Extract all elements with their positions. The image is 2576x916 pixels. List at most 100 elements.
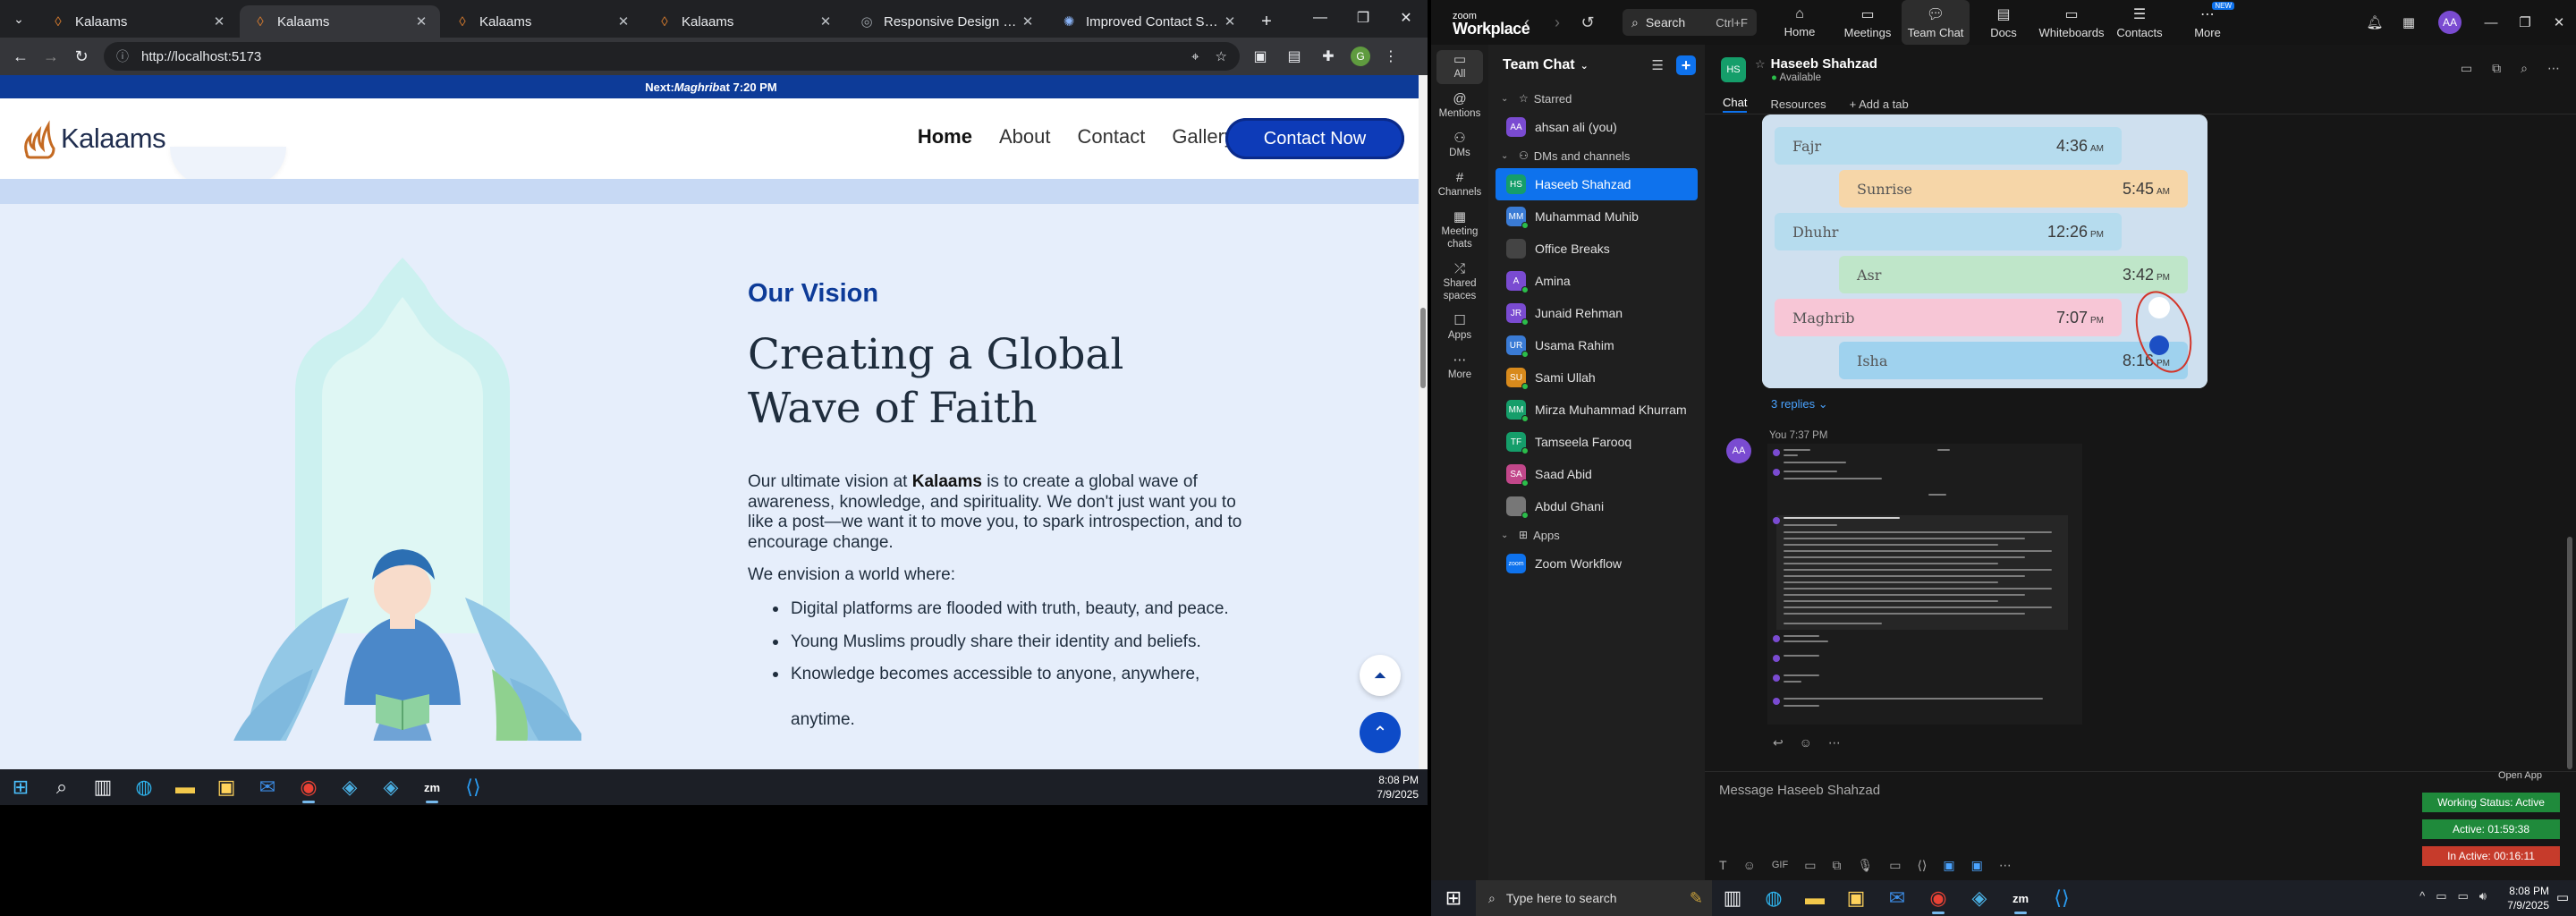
rail-shared-spaces[interactable]: ⤮ Shared spaces: [1436, 259, 1483, 306]
group-dms[interactable]: ⌄ ⚇ DMs and channels: [1488, 143, 1705, 168]
chat-list-item[interactable]: zoom Zoom Workflow: [1496, 547, 1698, 580]
chat-list-item[interactable]: MM Mirza Muhammad Khurram: [1496, 394, 1698, 426]
gif-icon[interactable]: GIF: [1772, 860, 1788, 870]
mail-icon[interactable]: ✉: [247, 769, 288, 805]
windows-start-icon[interactable]: ⊞: [0, 769, 41, 805]
tab-close-icon[interactable]: ✕: [818, 13, 834, 30]
zoom-nav-more[interactable]: NEW ⋯ More: [2174, 0, 2241, 45]
zoom-nav-contacts[interactable]: ☰ Contacts: [2106, 0, 2174, 45]
search-icon[interactable]: ⌕: [41, 769, 82, 805]
browser-tab[interactable]: ◊ Kalaams ✕: [240, 5, 440, 38]
prayer-widget-button[interactable]: ⏶: [1360, 655, 1401, 696]
chat-list-item[interactable]: MM Muhammad Muhib: [1496, 200, 1698, 233]
video-msg-icon[interactable]: ▭: [1889, 858, 1901, 873]
contact-name[interactable]: Haseeb Shahzad: [1771, 56, 1877, 72]
minimize-icon[interactable]: —: [2474, 15, 2508, 30]
edge-icon[interactable]: ◍: [1753, 880, 1794, 916]
browser-tab[interactable]: ◎ Responsive Design for Conta✕: [846, 5, 1046, 38]
file-icon[interactable]: ▭: [1804, 858, 1816, 873]
chat-list-item[interactable]: Office Breaks: [1496, 233, 1698, 265]
thread-replies-link[interactable]: 3 replies ⌄: [1771, 397, 1828, 411]
rail-mentions[interactable]: @ Mentions: [1436, 89, 1483, 123]
volume-icon[interactable]: 🔊︎: [2479, 889, 2487, 903]
bell-icon[interactable]: 🔔︎: [2358, 14, 2392, 30]
tab-close-icon[interactable]: ✕: [413, 13, 429, 30]
vscode-alt-icon[interactable]: ◈: [329, 769, 370, 805]
site-info-icon[interactable]: ⓘ: [116, 47, 129, 65]
vscode-icon[interactable]: ⟨⟩: [2041, 880, 2082, 916]
windows-start-icon[interactable]: ⊞: [1431, 880, 1476, 916]
nav-about[interactable]: About: [999, 125, 1051, 148]
chat-list-item[interactable]: UR Usama Rahim: [1496, 329, 1698, 361]
emoji-icon[interactable]: ☺: [1743, 858, 1756, 872]
notification-icon[interactable]: ▭: [2556, 889, 2569, 905]
screenshot-icon[interactable]: ⧉: [1832, 858, 1841, 873]
close-icon[interactable]: ✕: [1385, 0, 1428, 36]
bookmark-star-icon[interactable]: ☆: [1216, 48, 1227, 64]
mic-icon[interactable]: 🎙︎: [1857, 858, 1873, 873]
vscode-icon[interactable]: ⟨⟩: [453, 769, 494, 805]
task-view-icon[interactable]: ▥: [1712, 880, 1753, 916]
code-icon[interactable]: ⟨⟩: [1917, 858, 1927, 873]
zoom-nav-team-chat[interactable]: 💬︎ Team Chat: [1902, 0, 1970, 45]
rail-dms[interactable]: ⚇ DMs: [1436, 129, 1483, 163]
vscode-alt2-icon[interactable]: ◈: [370, 769, 411, 805]
tab-search-icon[interactable]: ⌄: [0, 0, 38, 38]
extension-icon[interactable]: ▣: [1247, 43, 1274, 70]
task-view-icon[interactable]: ▥: [82, 769, 123, 805]
back-icon[interactable]: ←: [7, 43, 34, 70]
filter-icon[interactable]: ☰: [1652, 57, 1664, 73]
extensions-puzzle-icon[interactable]: ✚: [1315, 43, 1342, 70]
chrome-icon[interactable]: ◉: [288, 769, 329, 805]
new-tab-button[interactable]: +: [1250, 5, 1283, 38]
rail-meeting-chats[interactable]: ▦ Meeting chats: [1436, 208, 1483, 254]
mail-icon[interactable]: ✉: [1877, 880, 1918, 916]
emoji-icon[interactable]: ☺: [1800, 735, 1812, 750]
reload-icon[interactable]: ↻: [68, 43, 95, 70]
more-options-icon[interactable]: ⋯: [2547, 61, 2560, 76]
search-icon[interactable]: ⌕: [2521, 61, 2528, 76]
address-bar[interactable]: ⓘ http://localhost:5173 ⌖ ☆: [104, 42, 1240, 71]
chrome-icon[interactable]: ◉: [1918, 880, 1959, 916]
chat-list-item[interactable]: JR Junaid Rehman: [1496, 297, 1698, 329]
chevron-down-icon[interactable]: ⌄: [1580, 60, 1589, 72]
contact-avatar[interactable]: HS: [1721, 57, 1746, 82]
user-avatar[interactable]: AA: [2438, 11, 2462, 34]
prayer-times-image[interactable]: Fajr 4:36 AM Sunrise 5:45 AM Dhuhr 12:26 PM Asr 3:…: [1762, 114, 2207, 388]
chat-list-item[interactable]: SA Saad Abid: [1496, 458, 1698, 490]
app2-icon[interactable]: ▣: [1971, 858, 1983, 873]
more-icon[interactable]: ⋯: [1999, 858, 2012, 873]
rail-more[interactable]: ⋯ More: [1436, 351, 1483, 385]
tab-close-icon[interactable]: ✕: [1222, 13, 1238, 30]
zoom-nav-home[interactable]: ⌂ Home: [1766, 0, 1834, 45]
chat-list-item[interactable]: SU Sami Ullah: [1496, 361, 1698, 394]
zoom-app-icon[interactable]: zm: [411, 769, 453, 805]
browser-tab[interactable]: ◊ Kalaams ✕: [644, 5, 844, 38]
store-icon[interactable]: ▣: [1835, 880, 1877, 916]
reply-icon[interactable]: ↩: [1773, 735, 1784, 750]
taskbar-search-box[interactable]: ⌕ Type here to search ✎: [1476, 880, 1712, 916]
tray-chevron-icon[interactable]: ^: [2419, 889, 2425, 903]
star-icon[interactable]: ☆: [1755, 57, 1766, 71]
tab-chat[interactable]: Chat: [1723, 96, 1748, 113]
rail-apps[interactable]: ☐ Apps: [1436, 311, 1483, 345]
file-explorer-icon[interactable]: ▬: [1794, 880, 1835, 916]
browser-tab[interactable]: ◊ Kalaams ✕: [442, 5, 642, 38]
taskbar-clock-left[interactable]: 8:08 PM 7/9/2025: [1377, 773, 1419, 802]
open-app-link[interactable]: Open App: [2498, 770, 2542, 781]
tab-groups-icon[interactable]: ▤: [1281, 43, 1308, 70]
forward-arrow-icon[interactable]: ›: [1542, 13, 1572, 32]
chat-list-item[interactable]: HS Haseeb Shahzad: [1496, 168, 1698, 200]
maximize-icon[interactable]: ❐: [1342, 0, 1385, 36]
scrollbar-thumb[interactable]: [1420, 308, 1426, 388]
taskbar-clock-right[interactable]: 8:08 PM 7/9/2025: [2507, 884, 2549, 912]
calendar-icon[interactable]: ▦: [2392, 14, 2426, 30]
contact-now-button[interactable]: Contact Now: [1225, 118, 1404, 159]
tab-resources[interactable]: Resources: [1770, 98, 1826, 111]
more-icon[interactable]: ⋯: [1828, 735, 1841, 750]
battery-icon[interactable]: ▭: [2458, 889, 2469, 903]
screenshot-attachment[interactable]: [1767, 444, 2082, 725]
format-icon[interactable]: T: [1719, 858, 1727, 872]
app-icon[interactable]: ▣: [1943, 858, 1954, 873]
chat-list-item[interactable]: TF Tamseela Farooq: [1496, 426, 1698, 458]
